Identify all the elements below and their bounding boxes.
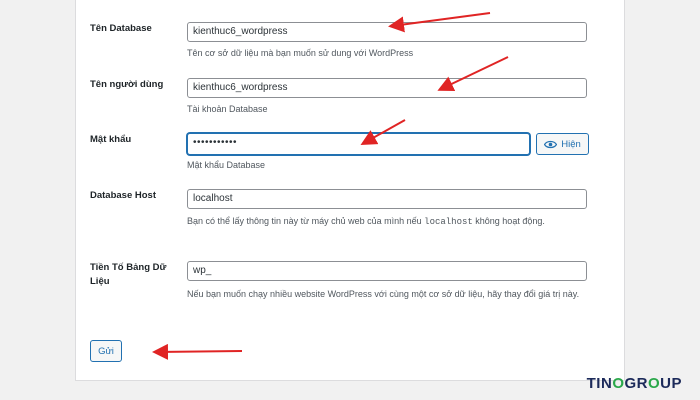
db-host-description: Bạn có thể lấy thông tin này từ máy chủ …	[187, 214, 597, 229]
username-label: Tên người dùng	[90, 79, 164, 90]
db-name-label: Tên Database	[90, 23, 152, 34]
setup-config-panel: Tên Database kienthuc6_wordpress Tên cơ …	[75, 0, 625, 381]
db-name-input[interactable]: kienthuc6_wordpress	[187, 22, 587, 42]
eye-icon	[544, 140, 558, 148]
show-password-button[interactable]: Hiện	[536, 133, 589, 155]
db-host-label: Database Host	[90, 190, 156, 201]
db-host-desc-text-1: Bạn có thể lấy thông tin này từ máy chủ …	[187, 216, 425, 226]
db-host-desc-code: localhost	[424, 217, 473, 227]
db-host-input[interactable]: localhost	[187, 189, 587, 209]
username-description: Tài khoản Database	[187, 104, 268, 114]
password-description: Mật khẩu Database	[187, 160, 266, 170]
prefix-description: Nếu bạn muốn chạy nhiều website WordPres…	[187, 289, 580, 299]
submit-button[interactable]: Gửi	[90, 340, 122, 362]
prefix-input[interactable]: wp_	[187, 261, 587, 281]
username-input[interactable]: kienthuc6_wordpress	[187, 78, 587, 98]
password-label: Mật khẩu	[90, 134, 132, 145]
tinogroup-logo: TINOGROUP	[586, 375, 682, 392]
show-password-label: Hiện	[561, 138, 581, 150]
db-name-description: Tên cơ sở dữ liệu mà bạn muốn sử dung vớ…	[187, 48, 414, 58]
prefix-label: Tiền Tố Bảng Dữ Liệu	[90, 262, 167, 287]
db-host-desc-text-2: không hoạt động.	[472, 216, 545, 226]
password-input[interactable]: •••••••••••	[187, 133, 530, 155]
